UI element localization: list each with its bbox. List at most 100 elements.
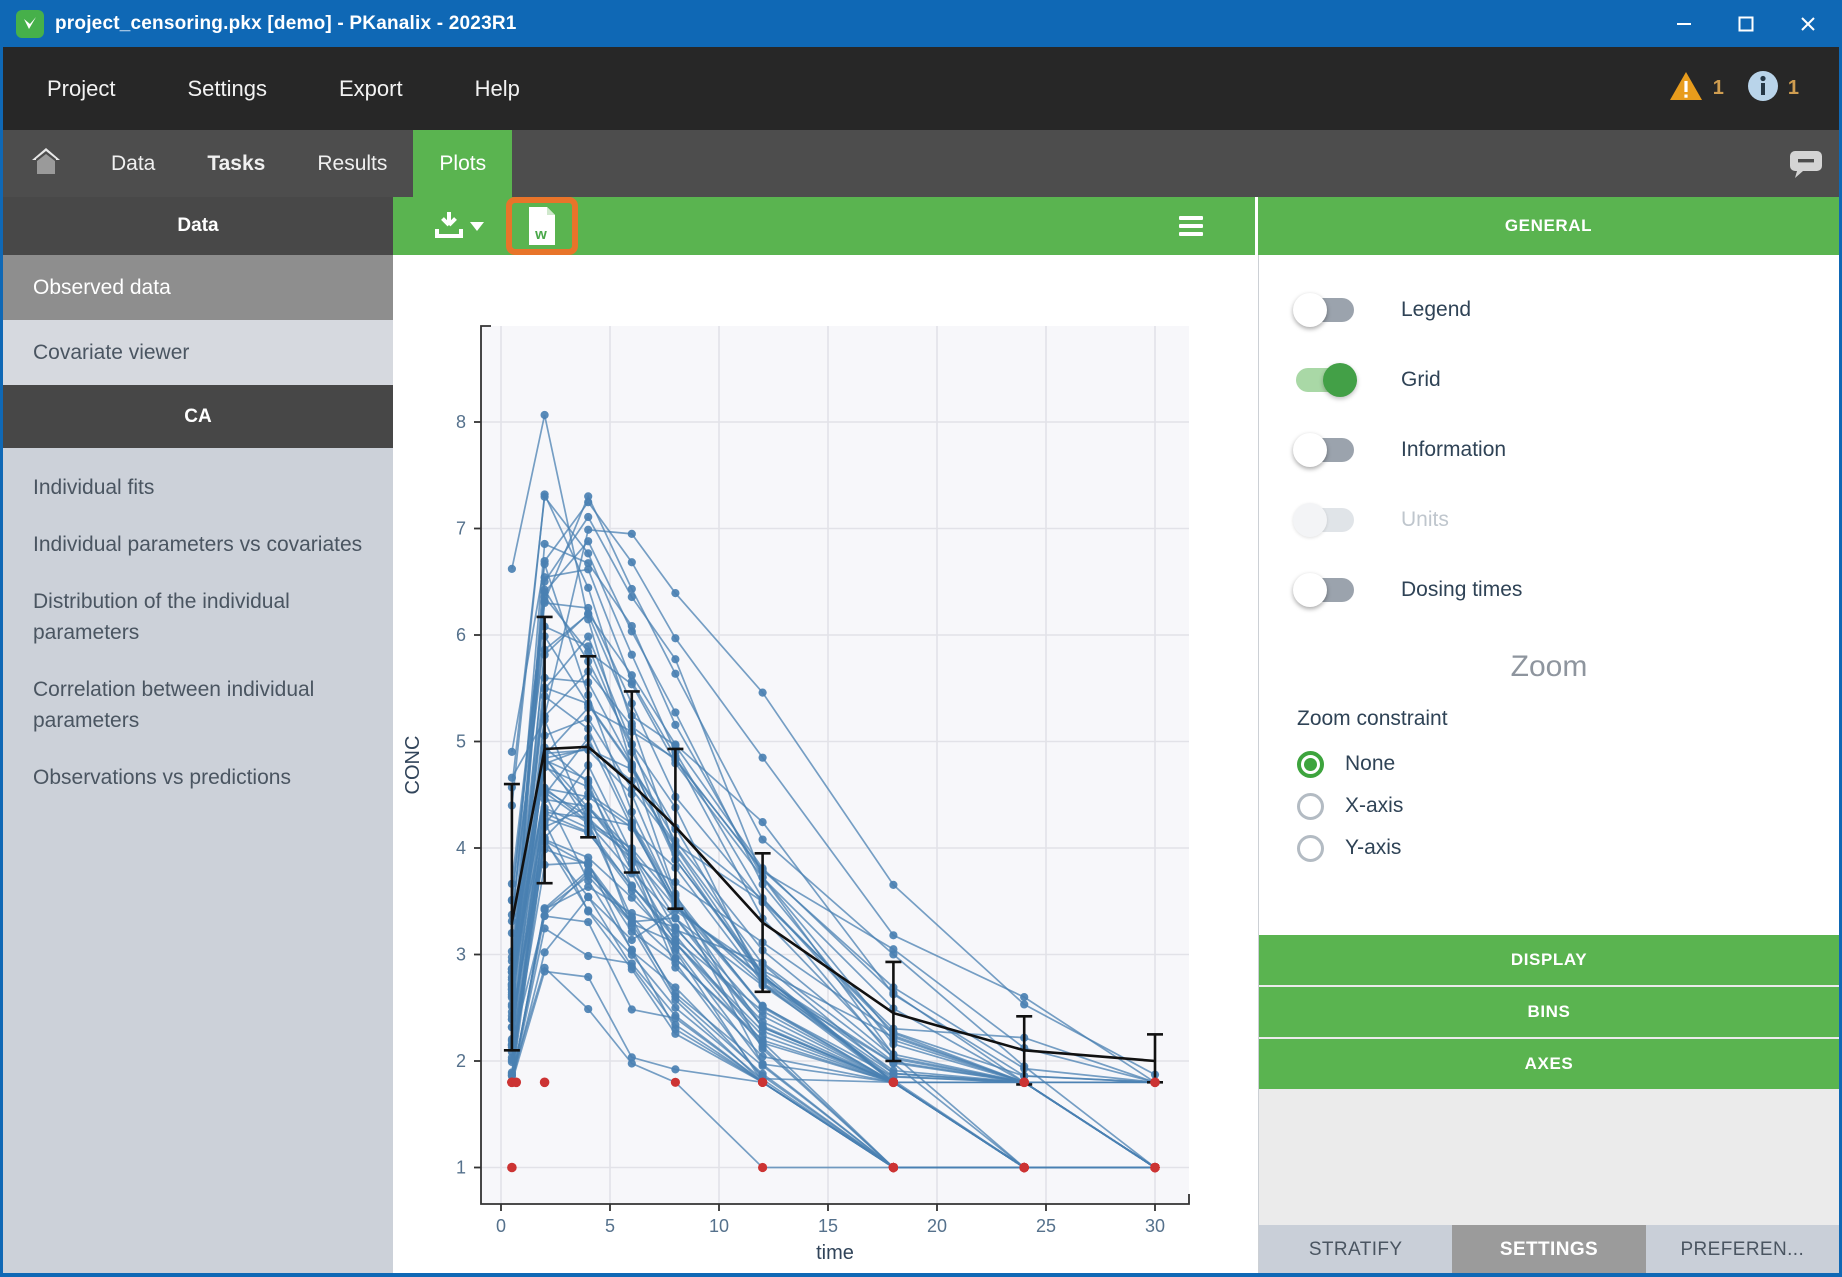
radio-label: Y-axis — [1345, 836, 1401, 860]
menu-item-project[interactable]: Project — [47, 76, 115, 102]
info-icon[interactable] — [1748, 71, 1778, 106]
toggle-label: Units — [1401, 508, 1449, 532]
toggle-label: Dosing times — [1401, 578, 1522, 602]
svg-text:6: 6 — [456, 625, 466, 645]
panel-section-general[interactable]: GENERAL — [1258, 197, 1839, 255]
tab-spacer — [512, 130, 1789, 197]
feedback-bubble-icon[interactable] — [1789, 130, 1839, 197]
tab-home[interactable] — [3, 130, 85, 197]
close-button[interactable] — [1777, 0, 1839, 47]
radio-selected-icon[interactable] — [1297, 751, 1324, 778]
svg-text:8: 8 — [456, 412, 466, 432]
sidebar-item-observed-data[interactable]: Observed data — [3, 255, 393, 320]
svg-text:15: 15 — [818, 1216, 838, 1236]
header-row: Data w GENERAL — [3, 197, 1839, 255]
toggle-row-units: Units — [1259, 485, 1839, 555]
panel-section-display-button[interactable]: DISPLAY — [1259, 935, 1839, 985]
status-area: 1 1 — [1669, 71, 1799, 106]
x-axis-title: time — [816, 1242, 854, 1264]
observed-data-chart[interactable]: 0 5 10 15 20 25 30 1 2 3 4 5 6 7 8 time CONC — [393, 255, 1258, 1274]
plot-region: 0 5 10 15 20 25 30 1 2 3 4 5 6 7 8 time CONC — [393, 255, 1258, 1274]
word-document-icon: w — [526, 206, 558, 246]
sidebar-header: Data — [3, 197, 393, 255]
svg-text:30: 30 — [1145, 1216, 1165, 1236]
svg-text:25: 25 — [1036, 1216, 1056, 1236]
zoom-constraint-option-x-axis[interactable]: X-axis — [1297, 785, 1403, 827]
zoom-constraint-option-none[interactable]: None — [1297, 743, 1403, 785]
sidebar-item-distribution-of-the-individual-parameters[interactable]: Distribution of the individual parameter… — [33, 586, 365, 648]
window-title: project_censoring.pkx [demo] - PKanalix … — [55, 13, 517, 35]
toggle-label: Information — [1401, 438, 1506, 462]
toggle-label: Legend — [1401, 298, 1471, 322]
panel-section-axes-button[interactable]: AXES — [1259, 1039, 1839, 1089]
panel-tab-preferen[interactable]: PREFEREN... — [1646, 1225, 1839, 1274]
chevron-down-icon — [470, 222, 484, 231]
minimize-button[interactable] — [1653, 0, 1715, 47]
panel-filler — [1259, 1089, 1839, 1225]
radio-unselected-icon[interactable] — [1297, 793, 1324, 820]
toggle-row-dosing-times: Dosing times — [1259, 555, 1839, 625]
panel-tab-stratify[interactable]: STRATIFY — [1259, 1225, 1452, 1274]
title-bar: project_censoring.pkx [demo] - PKanalix … — [3, 0, 1839, 47]
svg-text:2: 2 — [456, 1051, 466, 1071]
content-area: Observed dataCovariate viewer CA Individ… — [3, 255, 1839, 1274]
sidebar-item-observations-vs-predictions[interactable]: Observations vs predictions — [33, 762, 365, 793]
radio-label: X-axis — [1345, 794, 1403, 818]
menu-item-help[interactable]: Help — [475, 76, 520, 102]
maximize-button[interactable] — [1715, 0, 1777, 47]
plot-menu-icon[interactable] — [1179, 216, 1203, 236]
information-toggle[interactable] — [1296, 438, 1354, 462]
sidebar: Observed dataCovariate viewer CA Individ… — [3, 255, 393, 1274]
svg-text:3: 3 — [456, 945, 466, 965]
sidebar-item-correlation-between-individual-parameters[interactable]: Correlation between individual parameter… — [33, 674, 365, 736]
radio-unselected-icon[interactable] — [1297, 835, 1324, 862]
y-axis-title: CONC — [402, 736, 424, 795]
app-logo-icon — [16, 10, 44, 38]
svg-text:7: 7 — [456, 519, 466, 539]
zoom-constraint-option-y-axis[interactable]: Y-axis — [1297, 827, 1403, 869]
toggle-label: Grid — [1401, 368, 1441, 392]
zoom-section-title: Zoom — [1259, 650, 1839, 684]
svg-text:1: 1 — [456, 1158, 466, 1178]
menu-item-settings[interactable]: Settings — [187, 76, 267, 102]
svg-text:5: 5 — [605, 1216, 615, 1236]
word-export-button[interactable]: w — [526, 206, 558, 246]
sidebar-item-individual-parameters-vs-covariates[interactable]: Individual parameters vs covariates — [33, 529, 365, 560]
svg-text:4: 4 — [456, 838, 466, 858]
svg-text:20: 20 — [927, 1216, 947, 1236]
sidebar-item-covariate-viewer[interactable]: Covariate viewer — [3, 320, 393, 385]
general-settings: Legend Grid Information Units Dosing times Z… — [1259, 255, 1839, 935]
dosing-times-toggle[interactable] — [1296, 578, 1354, 602]
toggle-row-information: Information — [1259, 415, 1839, 485]
menu-item-export[interactable]: Export — [339, 76, 403, 102]
legend-toggle[interactable] — [1296, 298, 1354, 322]
svg-text:10: 10 — [709, 1216, 729, 1236]
svg-text:0: 0 — [496, 1216, 506, 1236]
word-export-highlight: w — [506, 197, 578, 255]
tab-results[interactable]: Results — [291, 130, 413, 197]
warning-count: 1 — [1713, 77, 1724, 100]
tab-data[interactable]: Data — [85, 130, 181, 197]
warning-icon[interactable] — [1669, 71, 1703, 106]
sidebar-section-ca: CA — [3, 385, 393, 448]
download-icon — [435, 210, 463, 243]
panel-section-bins-button[interactable]: BINS — [1259, 987, 1839, 1037]
home-icon — [31, 147, 61, 181]
info-count: 1 — [1788, 77, 1799, 100]
svg-text:5: 5 — [456, 732, 466, 752]
tab-tasks[interactable]: Tasks — [181, 130, 291, 197]
grid-toggle[interactable] — [1296, 368, 1354, 392]
panel-tab-settings[interactable]: SETTINGS — [1452, 1225, 1645, 1274]
export-plot-button[interactable] — [435, 210, 484, 243]
toggle-row-legend: Legend — [1259, 275, 1839, 345]
tab-plots[interactable]: Plots — [413, 130, 512, 197]
plot-toolbar: w — [393, 197, 1258, 255]
zoom-constraint-label: Zoom constraint — [1297, 707, 1448, 731]
menu-bar: Project Settings Export Help 1 1 — [3, 47, 1839, 130]
sidebar-item-individual-fits[interactable]: Individual fits — [33, 472, 365, 503]
toggle-row-grid: Grid — [1259, 345, 1839, 415]
units-toggle — [1296, 508, 1354, 532]
svg-text:w: w — [534, 226, 547, 243]
radio-label: None — [1345, 752, 1395, 776]
app-window: project_censoring.pkx [demo] - PKanalix … — [0, 0, 1842, 1277]
